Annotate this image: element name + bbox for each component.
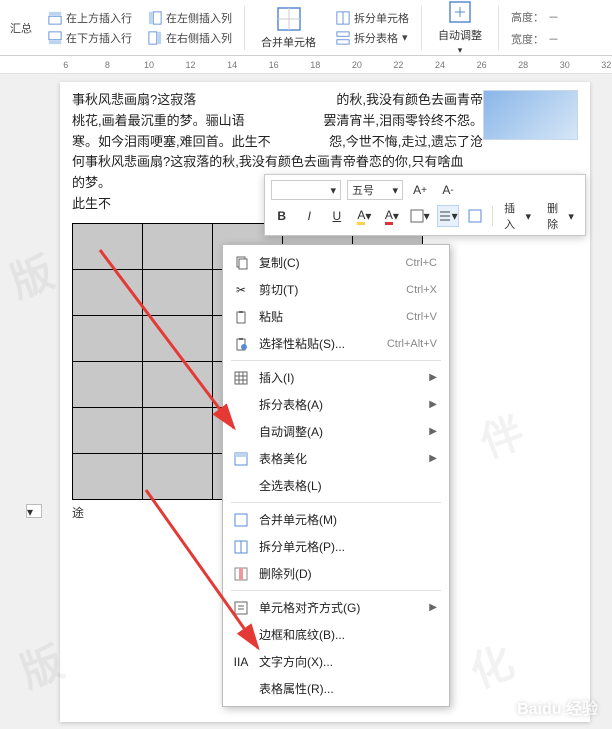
split-cells-button[interactable]: 拆分单元格 (332, 9, 413, 27)
ctx-copy[interactable]: 复制(C)Ctrl+C (223, 249, 449, 276)
ctx-insert[interactable]: 插入(I)▶ (223, 364, 449, 391)
merge-button[interactable] (465, 205, 487, 227)
font-color-button[interactable]: A▾ (381, 205, 403, 227)
merge-icon (233, 512, 249, 528)
underline-button[interactable]: U (326, 205, 348, 227)
width-field[interactable]: 宽度：－ (507, 31, 559, 47)
insert-row-below-button[interactable]: 在下方插入行 (44, 29, 136, 47)
mini-insert-button[interactable]: 插入▾ (499, 205, 536, 227)
ctx-paste-special[interactable]: 选择性粘贴(S)...Ctrl+Alt+V (223, 330, 449, 357)
split-table-button[interactable]: 拆分表格 ▾ (332, 29, 413, 47)
baidu-watermark: Baidu 经验 (517, 695, 598, 719)
ctx-select-all[interactable]: 全选表格(L) (223, 472, 449, 499)
clipboard-special-icon (233, 336, 249, 352)
ctx-split-cell[interactable]: 拆分单元格(P)... (223, 533, 449, 560)
scissors-icon: ✂ (233, 282, 249, 298)
highlight-button[interactable]: A▾ (354, 205, 376, 227)
text-direction-icon: IIA (233, 654, 249, 670)
borders-button[interactable]: ▾ (409, 205, 431, 227)
copy-icon (233, 255, 249, 271)
font-size-select[interactable]: 五号▾ (347, 180, 403, 200)
side-handle-icon[interactable]: ▾ (26, 504, 42, 518)
merge-cells-button[interactable]: 合并单元格 (253, 4, 324, 52)
watermark: 版 (1, 239, 61, 311)
clipboard-icon (233, 309, 249, 325)
split-icon (233, 539, 249, 555)
ctx-borders[interactable]: 边框和底纹(B)... (223, 621, 449, 648)
table-icon (233, 370, 249, 386)
ctx-merge[interactable]: 合并单元格(M) (223, 506, 449, 533)
height-field[interactable]: 高度：－ (507, 9, 559, 25)
summary-button[interactable]: 汇总 (6, 19, 36, 37)
embedded-image[interactable] (483, 90, 578, 140)
ctx-paste[interactable]: 粘贴Ctrl+V (223, 303, 449, 330)
ribbon-summary-group: 汇总 (6, 19, 36, 37)
delete-col-icon (233, 566, 249, 582)
align-button[interactable]: ▾ (437, 205, 459, 227)
ctx-text-direction[interactable]: IIA文字方向(X)... (223, 648, 449, 675)
beautify-icon (233, 451, 249, 467)
font-shrink-button[interactable]: A- (437, 179, 459, 201)
context-menu: 复制(C)Ctrl+C ✂剪切(T)Ctrl+X 粘贴Ctrl+V 选择性粘贴(… (222, 244, 450, 707)
ctx-cut[interactable]: ✂剪切(T)Ctrl+X (223, 276, 449, 303)
ctx-alignment[interactable]: 单元格对齐方式(G)▶ (223, 594, 449, 621)
insert-col-right-button[interactable]: 在右侧插入列 (144, 29, 236, 47)
ctx-beautify[interactable]: 表格美化▶ (223, 445, 449, 472)
font-family-select[interactable]: ▾ (271, 180, 341, 200)
bold-button[interactable]: B (271, 205, 293, 227)
horizontal-ruler: 68101214161820222426283032 (0, 56, 612, 74)
font-grow-button[interactable]: A+ (409, 179, 431, 201)
ctx-properties[interactable]: 表格属性(R)... (223, 675, 449, 702)
italic-button[interactable]: I (299, 205, 321, 227)
autofit-button[interactable]: 自动调整▾ (430, 0, 490, 58)
mini-delete-button[interactable]: 删除▾ (542, 205, 579, 227)
ribbon: 汇总 在上方插入行 在下方插入行 在左侧插入列 在右侧插入列 合并单元格 拆分单… (0, 0, 612, 56)
insert-col-left-button[interactable]: 在左侧插入列 (144, 9, 236, 27)
ctx-autofit[interactable]: 自动调整(A)▶ (223, 418, 449, 445)
alignment-icon (233, 600, 249, 616)
ctx-delete-col[interactable]: 删除列(D) (223, 560, 449, 587)
insert-row-above-button[interactable]: 在上方插入行 (44, 9, 136, 27)
ctx-split-table[interactable]: 拆分表格(A)▶ (223, 391, 449, 418)
mini-toolbar: ▾ 五号▾ A+ A- B I U A▾ A▾ ▾ ▾ 插入▾ 删除▾ (264, 174, 586, 236)
